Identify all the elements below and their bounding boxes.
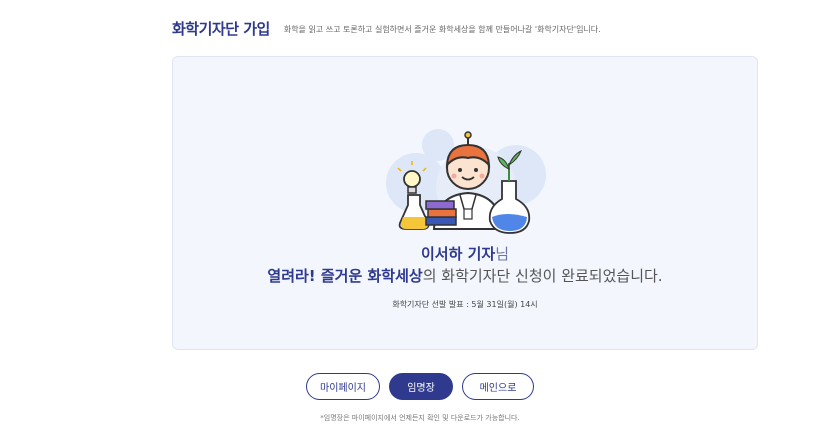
go-main-button[interactable]: 메인으로	[462, 373, 534, 400]
applicant-name-line: 이서하 기자님	[173, 243, 757, 264]
page-title: 화학기자단 가입	[172, 20, 270, 38]
page-description: 화학을 읽고 쓰고 토론하고 실험하면서 즐거운 화학세상을 함께 만들어나갈 …	[283, 25, 601, 34]
completion-message: 열려라! 즐거운 화학세상의 화학기자단 신청이 완료되었습니다.	[173, 265, 757, 286]
completion-text: 의 화학기자단 신청이 완료되었습니다.	[422, 267, 663, 285]
program-name: 열려라! 즐거운 화학세상	[267, 267, 423, 285]
reporter-illustration	[386, 129, 546, 234]
mypage-button[interactable]: 마이페이지	[306, 373, 380, 400]
page-header: 화학기자단 가입 화학을 읽고 쓰고 토론하고 실험하면서 즐거운 화학세상을 …	[172, 18, 601, 39]
announcement-date: 화학기자단 선발 발표 : 5월 31일(월) 14시	[392, 300, 538, 309]
appointment-certificate-button[interactable]: 임명장	[389, 373, 453, 400]
name-suffix: 님	[495, 245, 510, 263]
certificate-footnote: *임명장은 마이페이지에서 언제든지 확인 및 다운로드가 가능합니다.	[320, 414, 520, 422]
completion-panel: 이서하 기자님 열려라! 즐거운 화학세상의 화학기자단 신청이 완료되었습니다…	[172, 56, 758, 350]
action-buttons: 마이페이지 임명장 메인으로	[0, 373, 840, 400]
applicant-name: 이서하 기자	[420, 245, 496, 263]
